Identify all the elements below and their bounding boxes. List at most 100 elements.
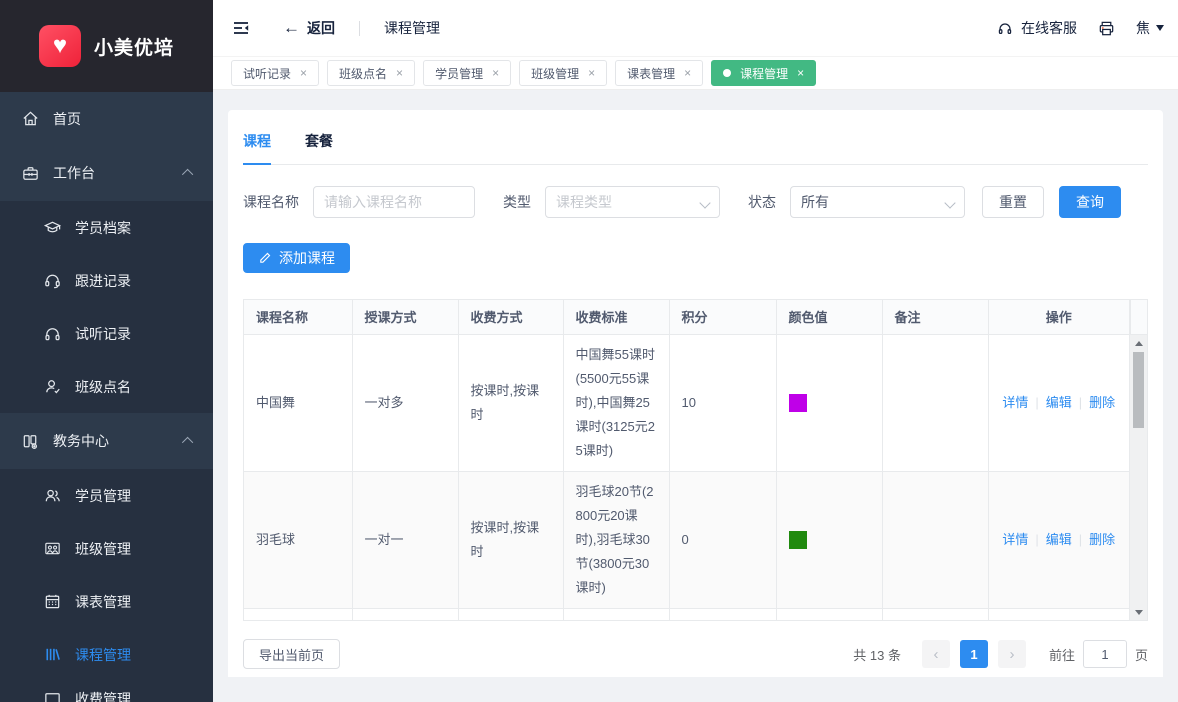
print-button[interactable] [1097, 19, 1116, 38]
cell-course-name: 羽毛球 [244, 471, 352, 608]
sidebar-item-workbench[interactable]: 工作台 [0, 145, 213, 201]
add-course-button[interactable]: 添加课程 [243, 243, 350, 273]
close-icon[interactable] [300, 67, 307, 79]
tag-student-manage[interactable]: 学员管理 [423, 60, 511, 86]
status-select[interactable]: 所有 [790, 186, 965, 218]
tag-label: 试听记录 [243, 65, 291, 82]
close-icon[interactable] [588, 67, 595, 79]
scrollbar-thumb[interactable] [1133, 352, 1144, 428]
sidebar-item-follow-up[interactable]: 跟进记录 [0, 254, 213, 307]
chevron-up-icon [182, 437, 193, 448]
class-people-icon [42, 539, 62, 559]
close-icon[interactable] [797, 67, 804, 79]
tab-package[interactable]: 套餐 [305, 131, 333, 164]
tag-label: 学员管理 [435, 65, 483, 82]
tag-trial-records[interactable]: 试听记录 [231, 60, 319, 86]
color-swatch [789, 394, 807, 412]
status-label: 状态 [748, 192, 776, 212]
filter-bar: 课程名称 类型 课程类型 状态 所有 重置 查询 [243, 186, 1148, 218]
edit-link[interactable]: 编辑 [1046, 532, 1072, 547]
sidebar-item-timetable-manage[interactable]: 课表管理 [0, 575, 213, 628]
cell-remark [882, 471, 988, 608]
table-scrollbar[interactable] [1130, 335, 1147, 620]
tag-class-manage[interactable]: 班级管理 [519, 60, 607, 86]
next-page-button[interactable] [998, 640, 1026, 668]
sidebar-item-fee-manage[interactable]: 收费管理 [0, 681, 213, 702]
cell-color [776, 334, 882, 471]
goto-page: 前往 页 [1049, 640, 1148, 668]
detail-link[interactable]: 详情 [1002, 395, 1028, 410]
user-menu[interactable]: 焦 [1136, 18, 1164, 38]
cell-fee-standard: 中国舞55课时(5500元55课时),中国舞25课时(3125元25课时) [563, 334, 669, 471]
export-page-button[interactable]: 导出当前页 [243, 639, 340, 669]
course-table: 课程名称 授课方式 收费方式 收费标准 积分 颜色值 备注 操作 中国舞 一对多 [243, 299, 1148, 621]
app-logo[interactable]: ♥ 小美优培 [0, 0, 213, 92]
search-button[interactable]: 查询 [1059, 186, 1121, 218]
sidebar-item-class-manage[interactable]: 班级管理 [0, 522, 213, 575]
cell-fee-type: 按课时,按课时 [458, 471, 563, 608]
back-button[interactable]: 返回 [283, 18, 335, 38]
reset-button[interactable]: 重置 [982, 186, 1044, 218]
delete-link[interactable]: 删除 [1089, 532, 1115, 547]
tag-timetable-manage[interactable]: 课表管理 [615, 60, 703, 86]
sidebar-item-course-manage[interactable]: 课程管理 [0, 628, 213, 681]
document-icon [42, 689, 62, 702]
sidebar-item-roll-call[interactable]: 班级点名 [0, 360, 213, 413]
type-select-placeholder: 课程类型 [556, 192, 612, 212]
graduation-cap-icon [42, 218, 62, 238]
table-header-row: 课程名称 授课方式 收费方式 收费标准 积分 颜色值 备注 操作 [244, 300, 1130, 334]
scroll-down-icon[interactable] [1130, 605, 1147, 619]
cell-course-name: 画画 [244, 608, 352, 621]
sidebar-item-label: 课表管理 [75, 592, 131, 612]
sidebar-collapse-icon[interactable] [231, 18, 251, 38]
table-footer: 导出当前页 共 13 条 1 前往 页 [243, 639, 1148, 669]
tag-course-manage-active[interactable]: 课程管理 [711, 60, 816, 86]
sidebar-item-label: 课程管理 [75, 645, 131, 665]
sidebar-item-trial-records[interactable]: 试听记录 [0, 307, 213, 360]
sidebar-item-label: 班级点名 [75, 377, 131, 397]
col-actions: 操作 [988, 300, 1130, 334]
back-arrow-icon [283, 18, 300, 38]
delete-link[interactable]: 删除 [1089, 395, 1115, 410]
close-icon[interactable] [684, 67, 691, 79]
scroll-up-icon[interactable] [1130, 336, 1147, 350]
chevron-down-icon [699, 197, 710, 208]
type-label: 类型 [503, 192, 531, 212]
page-number-button[interactable]: 1 [960, 640, 988, 668]
course-name-input[interactable] [313, 186, 475, 218]
people-icon [42, 486, 62, 506]
cell-points: 0 [669, 608, 776, 621]
online-service-label: 在线客服 [1021, 18, 1077, 38]
tag-label: 课表管理 [627, 65, 675, 82]
col-fee-type: 收费方式 [458, 300, 563, 334]
divider: | [1079, 395, 1082, 410]
sidebar-item-student-manage[interactable]: 学员管理 [0, 469, 213, 522]
edit-link[interactable]: 编辑 [1046, 395, 1072, 410]
books-icon [42, 645, 62, 665]
close-icon[interactable] [492, 67, 499, 79]
detail-link[interactable]: 详情 [1002, 532, 1028, 547]
close-icon[interactable] [396, 67, 403, 79]
cell-teach-mode: 一对一 [352, 471, 458, 608]
cell-color [776, 608, 882, 621]
sidebar-item-student-archive[interactable]: 学员档案 [0, 201, 213, 254]
sidebar-item-academic-center[interactable]: 教务中心 [0, 413, 213, 469]
goto-label: 前往 [1049, 645, 1075, 664]
tab-course[interactable]: 课程 [243, 131, 271, 164]
sidebar-item-label: 学员管理 [75, 486, 131, 506]
books-gear-icon [20, 431, 40, 451]
tag-label: 班级管理 [531, 65, 579, 82]
col-teach-mode: 授课方式 [352, 300, 458, 334]
goto-page-input[interactable] [1083, 640, 1127, 668]
tag-roll-call[interactable]: 班级点名 [327, 60, 415, 86]
sidebar-item-label: 试听记录 [75, 324, 131, 344]
cell-fee-type: 按课时 [458, 608, 563, 621]
top-navbar: 返回 课程管理 在线客服 焦 [213, 0, 1178, 57]
sidebar-item-home[interactable]: 首页 [0, 92, 213, 145]
type-select[interactable]: 课程类型 [545, 186, 720, 218]
prev-page-button[interactable] [922, 640, 950, 668]
col-fee-standard: 收费标准 [563, 300, 669, 334]
table-row: 中国舞 一对多 按课时,按课时 中国舞55课时(5500元55课时),中国舞25… [244, 334, 1130, 471]
cell-teach-mode: 一对多 [352, 608, 458, 621]
online-service-button[interactable]: 在线客服 [996, 18, 1077, 38]
